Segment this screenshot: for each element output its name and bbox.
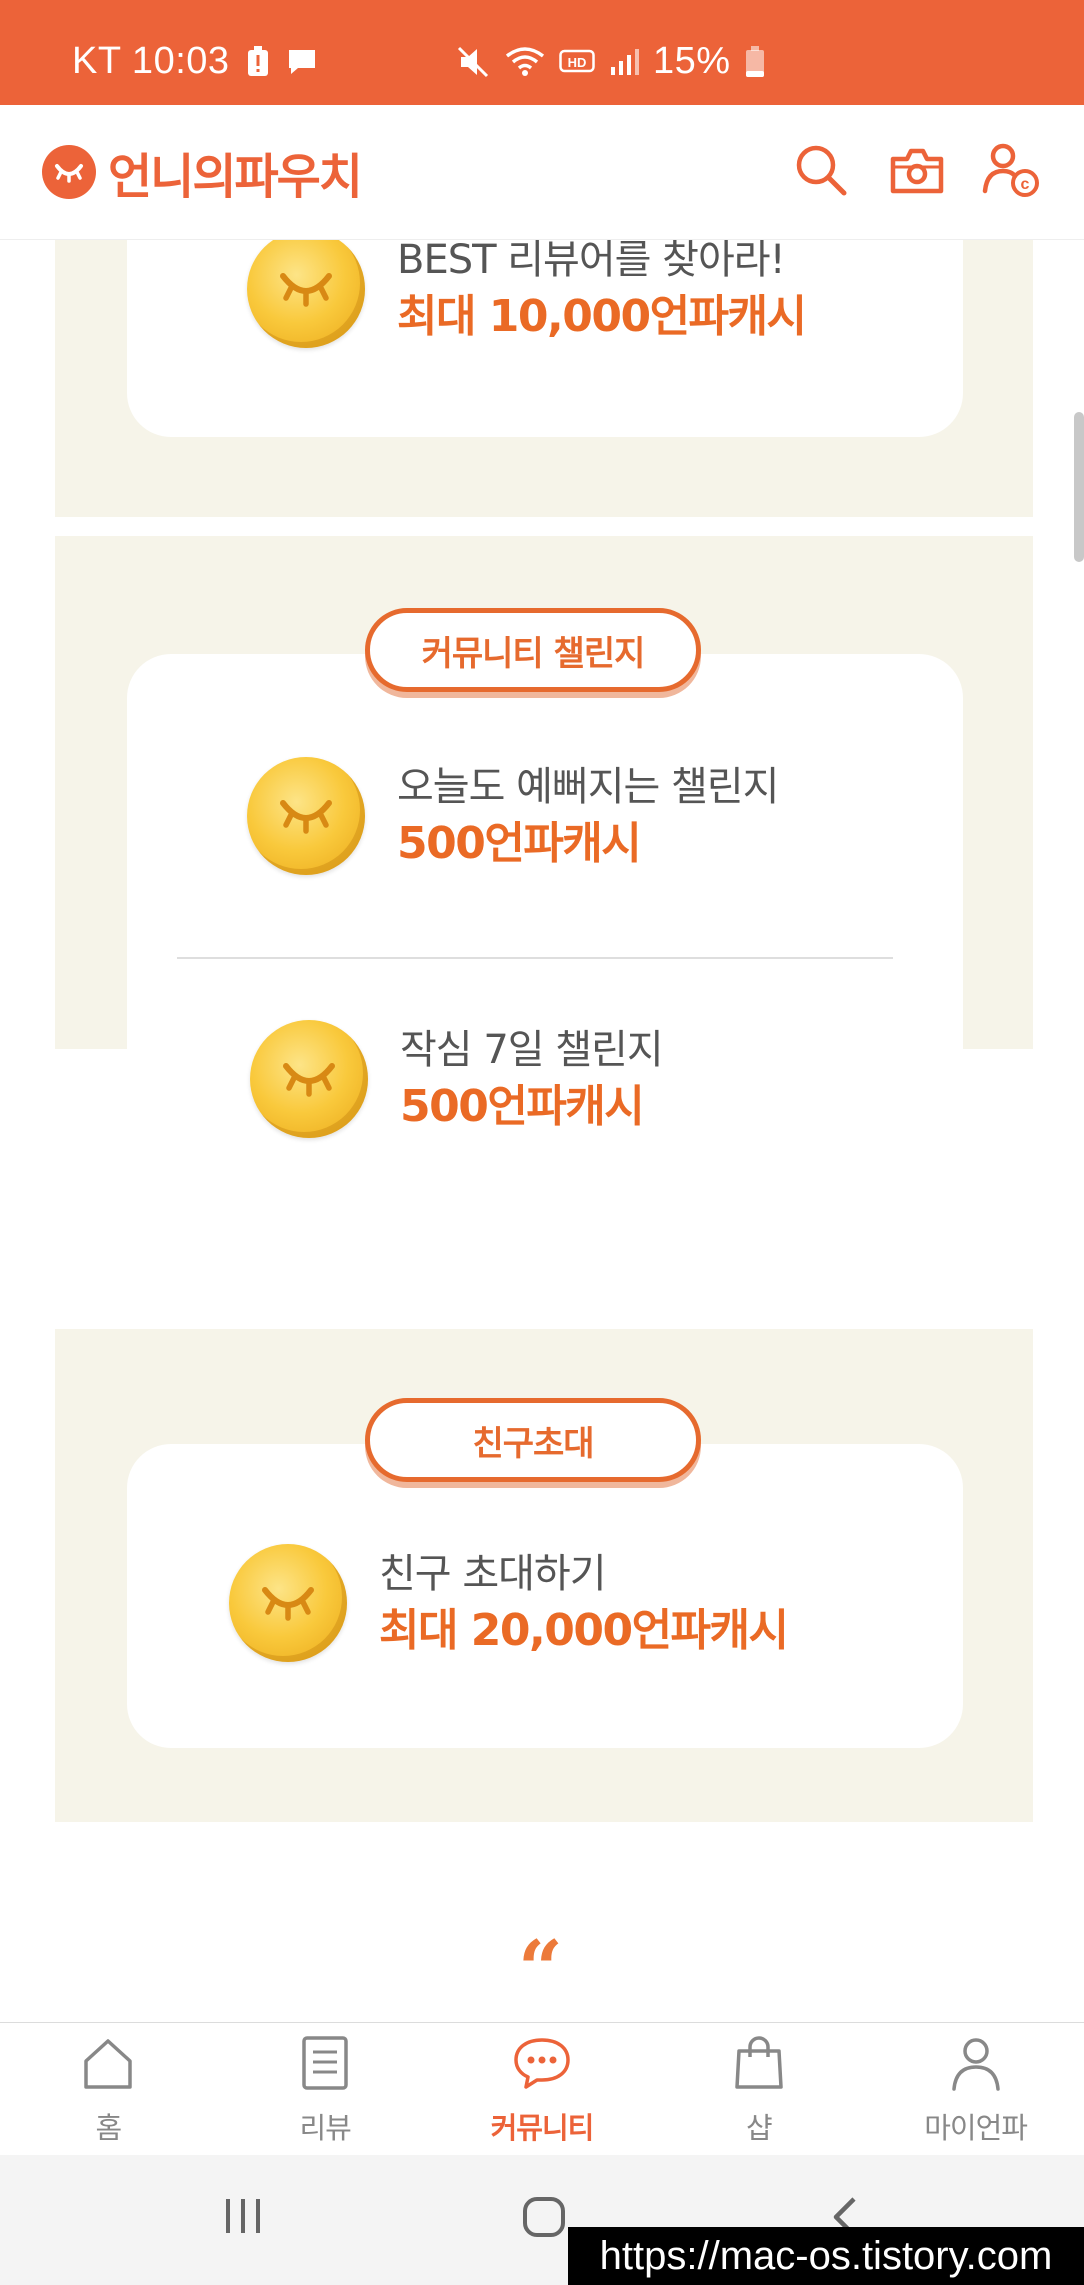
quote-mark: “	[518, 1924, 563, 2015]
nav-item-my[interactable]: 마이언파	[867, 2023, 1084, 2156]
challenge-item[interactable]: 오늘도 예뻐지는 챌린지 500언파캐시	[247, 757, 779, 875]
bottom-nav: 홈 리뷰 커뮤니티 샵 마이언파	[0, 2022, 1084, 2156]
nav-item-review[interactable]: 리뷰	[217, 2023, 434, 2156]
reward-title: 오늘도 예뻐지는 챌린지	[397, 764, 779, 810]
friend-invite-section: 친구 초대하기 최대 20,000언파캐시 친구초대	[55, 1329, 1033, 1822]
mute-icon	[455, 45, 491, 79]
signal-icon	[609, 47, 639, 77]
person-icon	[946, 2033, 1006, 2093]
status-bar: KT 10:03 HD 15%	[0, 0, 1084, 105]
svg-text:HD: HD	[568, 55, 587, 70]
watermark: https://mac-os.tistory.com	[568, 2227, 1084, 2285]
reward-title: 작심 7일 챌린지	[400, 1027, 664, 1073]
reward-amount: 500언파캐시	[400, 1081, 645, 1132]
nav-label: 샵	[745, 2111, 773, 2145]
nav-item-shop[interactable]: 샵	[650, 2023, 867, 2156]
nav-label: 홈	[95, 2111, 123, 2145]
battery-alert-icon	[246, 45, 270, 78]
wifi-icon	[505, 46, 545, 78]
chat-bubble-icon	[286, 47, 318, 77]
friend-invite-card[interactable]: 친구 초대하기 최대 20,000언파캐시	[127, 1444, 963, 1748]
content-scroll[interactable]: BEST 리뷰어를 찾아라! 최대 10,000언파캐시 오늘도 예뻐지는 챌린…	[0, 240, 1084, 2022]
nav-item-community[interactable]: 커뮤니티	[434, 2023, 651, 2156]
app-name: 언니의파우치	[108, 149, 363, 205]
section-pill: 친구초대	[365, 1398, 701, 1482]
best-review-card[interactable]: BEST 리뷰어를 찾아라! 최대 10,000언파캐시	[127, 240, 963, 437]
coin-icon	[229, 1544, 347, 1662]
best-review-reward[interactable]: BEST 리뷰어를 찾아라! 최대 10,000언파캐시	[247, 240, 807, 348]
challenge-item[interactable]: 작심 7일 챌린지 500언파캐시	[250, 1020, 664, 1138]
battery-percent: 15%	[653, 40, 731, 82]
carrier-time: KT 10:03	[72, 40, 230, 82]
logo-icon	[42, 145, 96, 199]
section-pill: 커뮤니티 챌린지	[365, 608, 701, 692]
community-challenge-card: 오늘도 예뻐지는 챌린지 500언파캐시 작심 7일 챌린지 500언파캐시	[127, 654, 963, 1231]
recent-apps-icon[interactable]	[222, 2195, 264, 2237]
svg-text:c: c	[1021, 176, 1030, 193]
document-icon	[295, 2033, 355, 2093]
shopping-bag-icon	[729, 2033, 789, 2093]
profile-cash-icon[interactable]: c	[980, 139, 1042, 201]
coin-icon	[247, 757, 365, 875]
nav-label: 커뮤니티	[490, 2111, 595, 2145]
reward-title: 친구 초대하기	[379, 1551, 607, 1597]
app-header: 언니의파우치 c	[0, 105, 1084, 240]
app-logo[interactable]: 언니의파우치	[42, 137, 363, 207]
reward-title: BEST 리뷰어를 찾아라!	[397, 240, 786, 283]
nav-item-home[interactable]: 홈	[0, 2023, 217, 2156]
coin-icon	[250, 1020, 368, 1138]
nav-label: 마이언파	[924, 2111, 1028, 2145]
scrollbar[interactable]	[1074, 412, 1084, 562]
coin-icon	[247, 240, 365, 348]
search-icon[interactable]	[790, 139, 852, 201]
reward-amount: 최대 20,000언파캐시	[379, 1605, 789, 1656]
battery-icon	[745, 45, 765, 78]
divider	[177, 957, 893, 959]
reward-amount: 최대 10,000언파캐시	[397, 291, 807, 342]
reward-amount: 500언파캐시	[397, 818, 642, 869]
camera-icon[interactable]	[886, 139, 948, 201]
home-icon	[78, 2033, 138, 2093]
community-challenge-section: 오늘도 예뻐지는 챌린지 500언파캐시 작심 7일 챌린지 500언파캐시 커…	[55, 536, 1033, 1231]
chat-icon	[512, 2033, 572, 2093]
best-review-section: BEST 리뷰어를 찾아라! 최대 10,000언파캐시	[55, 240, 1033, 517]
friend-invite-reward[interactable]: 친구 초대하기 최대 20,000언파캐시	[229, 1544, 789, 1662]
hd-icon: HD	[559, 48, 595, 76]
home-button-icon[interactable]	[521, 2195, 567, 2239]
nav-label: 리뷰	[299, 2111, 352, 2145]
